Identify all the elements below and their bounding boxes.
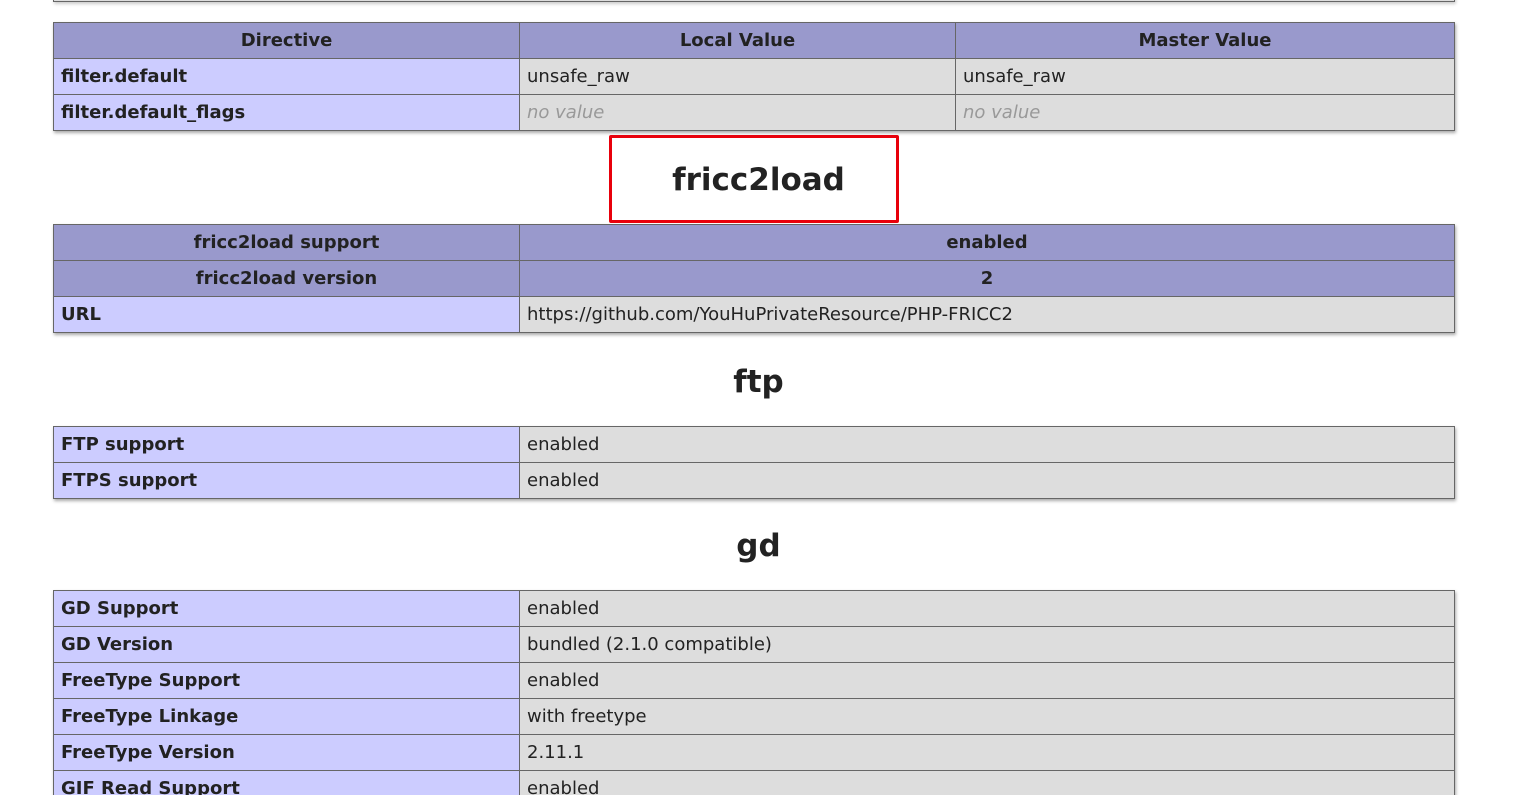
phpinfo-page: Directive Local Value Master Value filte… <box>0 0 1517 795</box>
row-value: enabled <box>519 426 1455 463</box>
previous-table-edge <box>53 0 1455 2</box>
fricc2load-table: fricc2load support enabled fricc2load ve… <box>53 224 1455 333</box>
table-row: FreeType Support enabled <box>53 662 1455 699</box>
table-row: filter.default unsafe_raw unsafe_raw <box>53 58 1455 95</box>
row-label: GIF Read Support <box>53 770 520 795</box>
filter-directives-table: Directive Local Value Master Value filte… <box>53 22 1455 131</box>
fricc2load-version-label: fricc2load version <box>53 260 520 297</box>
row-value: with freetype <box>519 698 1455 735</box>
table-row: GIF Read Support enabled <box>53 770 1455 795</box>
section-title-ftp: ftp <box>733 364 784 400</box>
row-value: bundled (2.1.0 compatible) <box>519 626 1455 663</box>
row-value: enabled <box>519 770 1455 795</box>
fricc2load-version-value: 2 <box>519 260 1455 297</box>
master-value-cell: unsafe_raw <box>955 58 1455 95</box>
master-value-header: Master Value <box>955 22 1455 59</box>
row-label: FTPS support <box>53 462 520 499</box>
row-value: enabled <box>519 462 1455 499</box>
fricc2load-support-label: fricc2load support <box>53 224 520 261</box>
row-label: FreeType Linkage <box>53 698 520 735</box>
row-label: FTP support <box>53 426 520 463</box>
table-row: URL https://github.com/YouHuPrivateResou… <box>53 296 1455 333</box>
table-row: FTP support enabled <box>53 426 1455 463</box>
section-title-gd: gd <box>736 528 781 564</box>
directive-header: Directive <box>53 22 520 59</box>
table-row: FTPS support enabled <box>53 462 1455 499</box>
row-label: FreeType Version <box>53 734 520 771</box>
row-label: FreeType Support <box>53 662 520 699</box>
directive-cell: filter.default <box>53 58 520 95</box>
table-row: GD Support enabled <box>53 590 1455 627</box>
url-value: https://github.com/YouHuPrivateResource/… <box>519 296 1455 333</box>
table-header-row: Directive Local Value Master Value <box>53 22 1455 59</box>
table-row: fricc2load support enabled <box>53 224 1455 261</box>
row-value: 2.11.1 <box>519 734 1455 771</box>
ftp-table: FTP support enabled FTPS support enabled <box>53 426 1455 499</box>
local-value-header: Local Value <box>519 22 956 59</box>
url-label: URL <box>53 296 520 333</box>
table-row: FreeType Linkage with freetype <box>53 698 1455 735</box>
table-row: FreeType Version 2.11.1 <box>53 734 1455 771</box>
table-row: fricc2load version 2 <box>53 260 1455 297</box>
row-label: GD Support <box>53 590 520 627</box>
row-value: enabled <box>519 662 1455 699</box>
master-value-cell: no value <box>955 94 1455 131</box>
local-value-cell: no value <box>519 94 956 131</box>
directive-cell: filter.default_flags <box>53 94 520 131</box>
fricc2load-support-value: enabled <box>519 224 1455 261</box>
table-row: filter.default_flags no value no value <box>53 94 1455 131</box>
table-row: GD Version bundled (2.1.0 compatible) <box>53 626 1455 663</box>
gd-table: GD Support enabled GD Version bundled (2… <box>53 590 1455 795</box>
row-label: GD Version <box>53 626 520 663</box>
row-value: enabled <box>519 590 1455 627</box>
highlight-annotation-box <box>609 135 899 223</box>
local-value-cell: unsafe_raw <box>519 58 956 95</box>
